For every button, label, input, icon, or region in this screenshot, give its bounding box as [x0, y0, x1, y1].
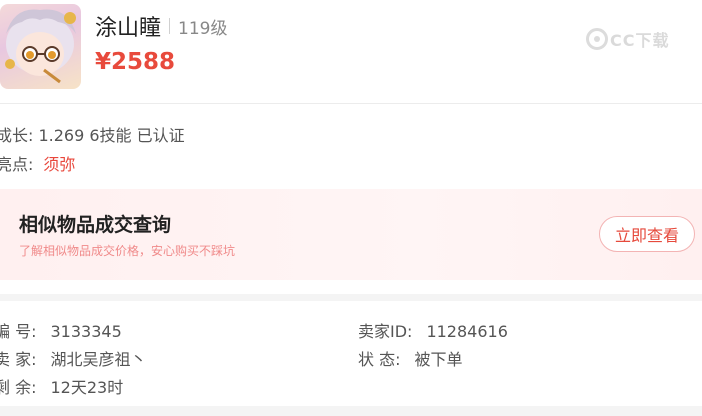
character-avatar[interactable]	[0, 4, 81, 89]
avatar-illustration	[5, 9, 76, 84]
detail-seller-id-value: 11284616	[426, 322, 508, 341]
title-row: 涂山瞳 119级	[95, 10, 227, 42]
character-level: 119级	[178, 18, 228, 39]
price: ¥2588	[95, 49, 176, 75]
detail-id-label: 编 号:	[0, 322, 37, 341]
watermark: CC下载	[586, 27, 670, 51]
bottom-gap	[0, 406, 702, 416]
detail-seller-label: 卖 家:	[0, 350, 37, 369]
detail-seller: 卖 家: 湖北吴彦祖丶	[0, 346, 147, 370]
header-divider	[0, 103, 702, 104]
watermark-logo-icon	[586, 28, 608, 50]
detail-remaining-label: 剩 余:	[0, 378, 37, 397]
character-name: 涂山瞳	[95, 16, 162, 41]
detail-seller-id-label: 卖家ID:	[358, 322, 413, 341]
view-now-button[interactable]: 立即查看	[599, 216, 695, 252]
detail-remaining: 剩 余: 12天23时	[0, 374, 123, 398]
highlight-line: 亮点: 须弥	[0, 151, 75, 175]
detail-status-label: 状 态:	[358, 350, 401, 369]
highlight-value[interactable]: 须弥	[43, 155, 75, 174]
detail-status: 状 态: 被下单	[358, 346, 463, 370]
detail-id-value: 3133345	[50, 322, 122, 341]
detail-seller-value[interactable]: 湖北吴彦祖丶	[50, 350, 146, 369]
detail-remaining-value: 12天23时	[50, 378, 124, 397]
similar-items-promo[interactable]: 相似物品成交查询 了解相似物品成交价格，安心购买不踩坑	[0, 189, 702, 280]
section-gap	[0, 294, 702, 301]
detail-id: 编 号: 3133345	[0, 318, 122, 342]
promo-title: 相似物品成交查询	[19, 214, 172, 236]
growth-line: 成长: 1.269 6技能 已认证	[0, 126, 185, 145]
highlight-label: 亮点:	[0, 155, 34, 174]
watermark-text: CC下载	[610, 31, 670, 50]
detail-seller-id: 卖家ID: 11284616	[358, 318, 508, 342]
title-separator	[169, 18, 171, 34]
detail-status-value: 被下单	[414, 350, 463, 369]
promo-subtitle: 了解相似物品成交价格，安心购买不踩坑	[19, 244, 236, 258]
